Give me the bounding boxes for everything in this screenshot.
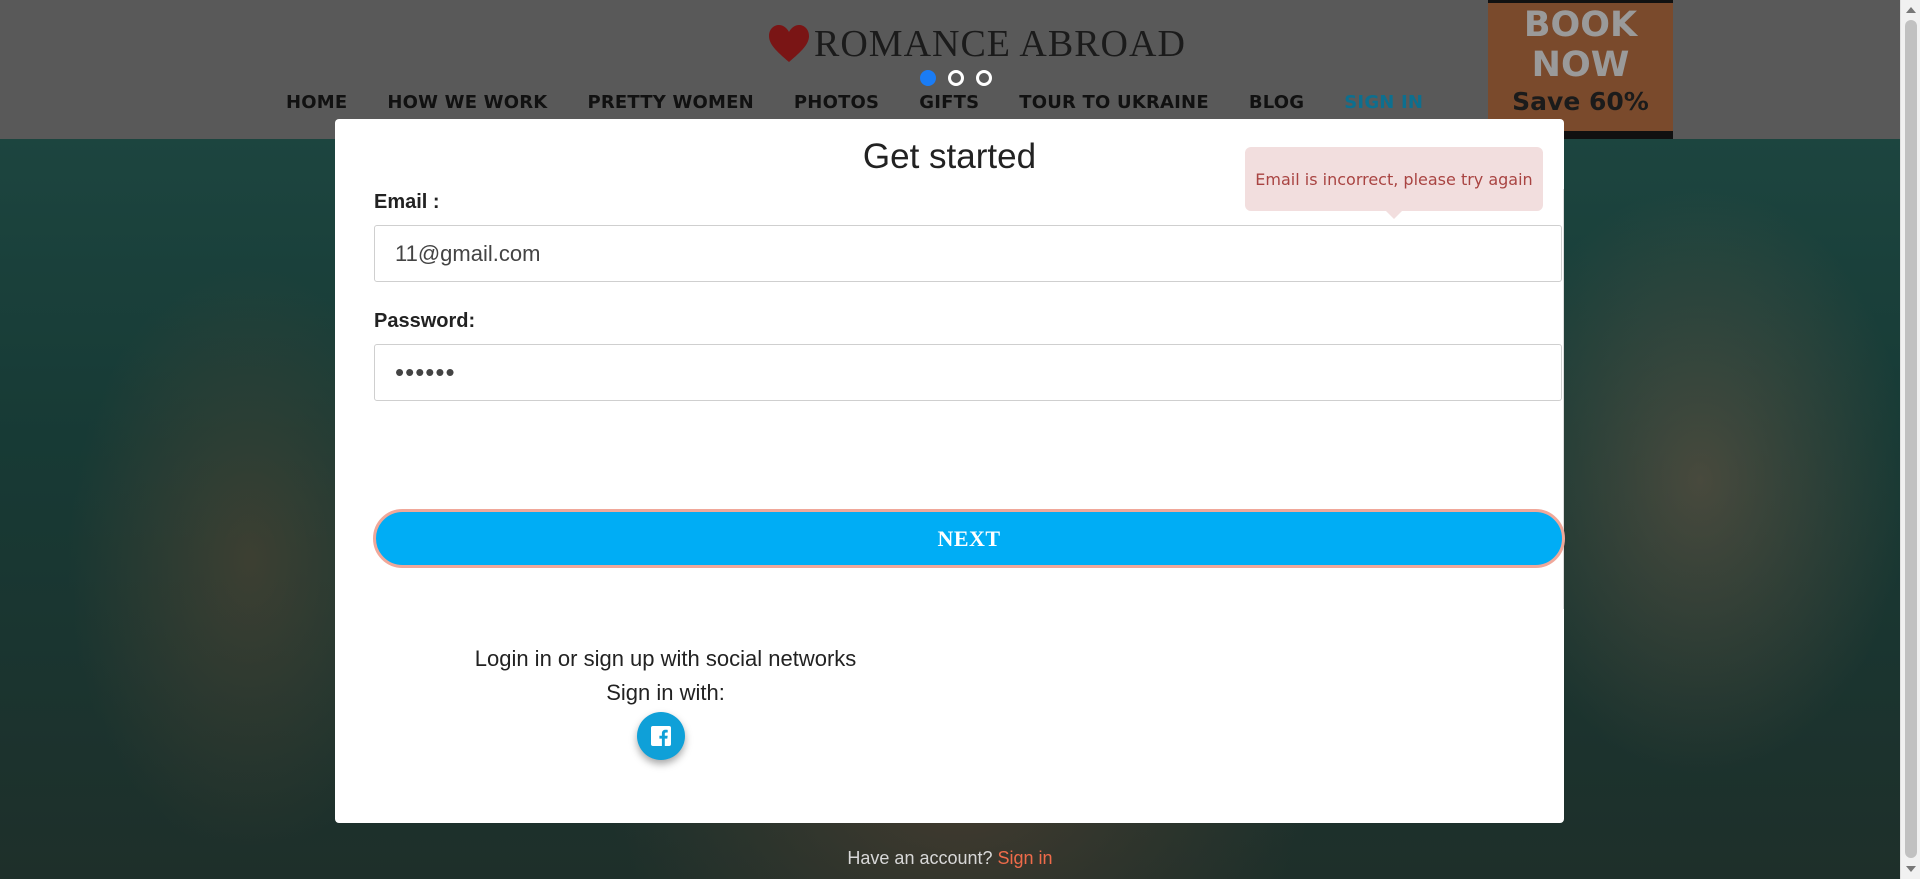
sign-in-with-text: Sign in with: [606, 680, 725, 705]
footer-signin-prompt: Have an account? Sign in [0, 848, 1900, 869]
nav-how-we-work[interactable]: HOW WE WORK [387, 92, 547, 113]
next-button[interactable]: NEXT [373, 509, 1565, 568]
carousel-dot-3[interactable] [976, 70, 992, 86]
scroll-up-arrow-icon[interactable] [1906, 7, 1916, 13]
nav-gifts[interactable]: GIFTS [919, 92, 979, 113]
carousel-dot-1[interactable] [920, 70, 936, 86]
nav-tour-to-ukraine[interactable]: TOUR TO UKRAINE [1019, 92, 1209, 113]
logo-text: ROMANCE ABROAD [814, 23, 1186, 65]
nav-sign-in[interactable]: SIGN IN [1344, 92, 1423, 113]
signup-form: Email : Password: NEXT [354, 189, 1565, 609]
footer-sign-in-link[interactable]: Sign in [998, 848, 1053, 868]
heart-icon [769, 25, 809, 62]
email-field[interactable] [374, 225, 1562, 282]
scroll-thumb[interactable] [1905, 20, 1917, 858]
password-label: Password: [374, 310, 476, 332]
have-account-text: Have an account? [847, 848, 993, 868]
password-field[interactable] [374, 344, 1562, 401]
main-nav: HOME HOW WE WORK PRETTY WOMEN PHOTOS GIF… [286, 92, 1423, 113]
email-error-tooltip: Email is incorrect, please try again [1245, 147, 1543, 219]
nav-blog[interactable]: BLOG [1249, 92, 1304, 113]
email-label: Email : [374, 191, 440, 213]
nav-home[interactable]: HOME [286, 92, 347, 113]
save-percent-text: Save 60% [1512, 87, 1649, 116]
carousel-dot-2[interactable] [948, 70, 964, 86]
scroll-down-arrow-icon[interactable] [1906, 866, 1916, 872]
carousel-dots [920, 70, 992, 86]
facebook-icon [651, 726, 671, 746]
nav-photos[interactable]: PHOTOS [794, 92, 879, 113]
logo[interactable]: ROMANCE ABROAD [768, 20, 1186, 68]
nav-pretty-women[interactable]: PRETTY WOMEN [587, 92, 753, 113]
book-now-text: BOOK NOW [1523, 5, 1638, 85]
facebook-login-button[interactable] [637, 712, 685, 760]
signup-modal: Get started Email : Password: NEXT Login… [335, 119, 1565, 823]
social-login-text: Login in or sign up with social networks [474, 646, 857, 671]
scrollbar[interactable] [1900, 0, 1920, 879]
